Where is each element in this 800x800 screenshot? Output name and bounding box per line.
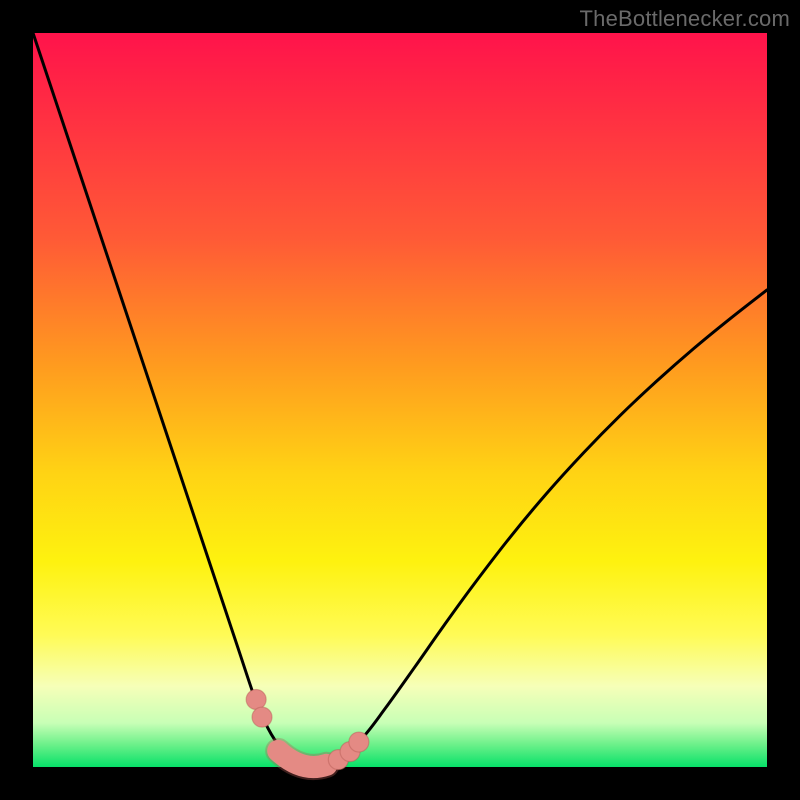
watermark-text: TheBottlenecker.com bbox=[580, 6, 790, 32]
chart-frame: TheBottlenecker.com bbox=[0, 0, 800, 800]
curve-path bbox=[33, 33, 767, 767]
marker-dot bbox=[349, 732, 369, 752]
plot-area bbox=[33, 33, 767, 767]
marker-group bbox=[246, 689, 369, 769]
bottleneck-curve bbox=[33, 33, 767, 767]
marker-dot bbox=[246, 689, 266, 709]
marker-dot bbox=[252, 707, 272, 727]
chart-svg bbox=[33, 33, 767, 767]
